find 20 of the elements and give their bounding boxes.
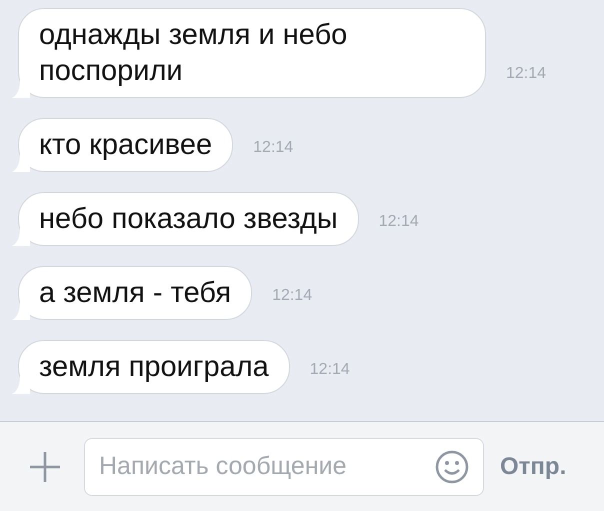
bubble-tail <box>12 80 30 98</box>
message-bubble: земля проиграла <box>18 340 290 394</box>
message-bubble: кто красивее <box>18 118 234 172</box>
message-time: 12:14 <box>253 138 294 158</box>
message-bubble: а земля - тебя <box>18 266 252 320</box>
message-input-field[interactable]: Написать сообщение <box>99 448 427 486</box>
smiley-icon[interactable] <box>435 450 469 484</box>
bubble-tail <box>12 154 30 172</box>
send-button[interactable]: Отпр. <box>500 448 566 484</box>
bubble-tail <box>12 302 30 320</box>
message-time: 12:14 <box>272 286 312 306</box>
message-time: 12:14 <box>506 64 546 84</box>
message-bubble: небо показало звезды <box>18 192 359 246</box>
bubble-tail <box>12 376 30 394</box>
message-bubble: однажды земля и небо поспорили <box>18 8 486 98</box>
add-icon[interactable] <box>28 450 62 484</box>
message-composer-field[interactable]: Написать сообщение <box>84 438 484 496</box>
message-time: 12:14 <box>310 360 350 380</box>
message-time: 12:14 <box>378 212 419 232</box>
bubble-tail <box>12 228 30 246</box>
